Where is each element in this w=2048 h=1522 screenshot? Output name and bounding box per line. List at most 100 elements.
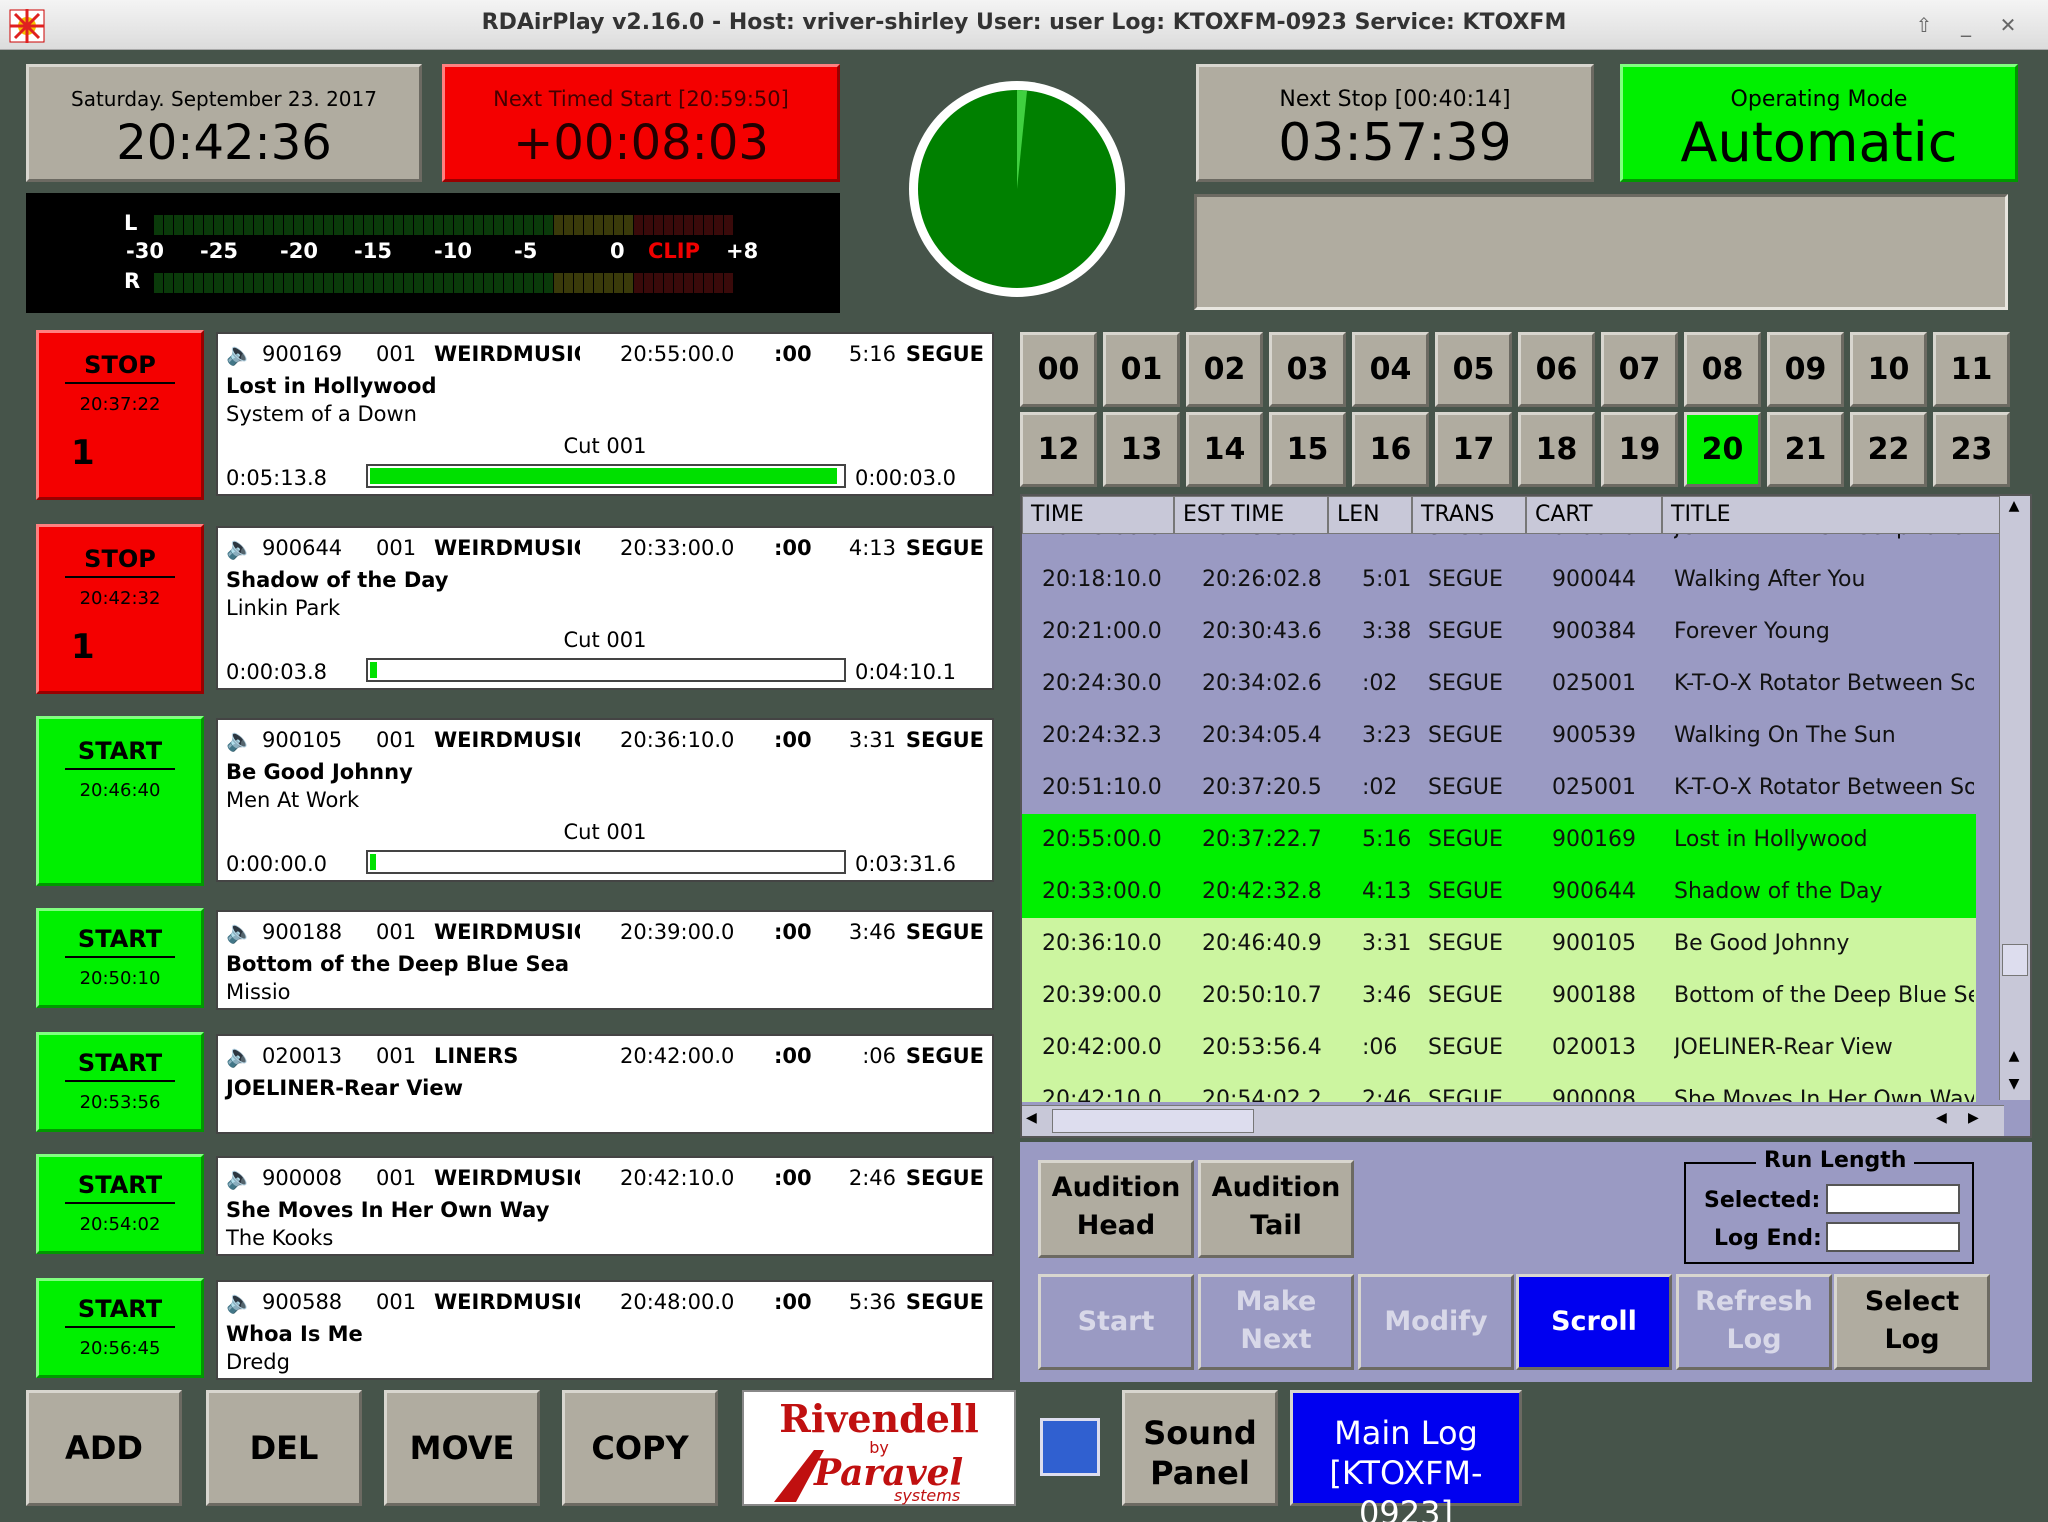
hour-button-18[interactable]: 18 xyxy=(1518,412,1595,487)
cart-info-panel[interactable]: 🔈 900588 001 WEIRDMUSIC 20:48:00.0:00 5:36 SEG… xyxy=(216,1280,994,1380)
hscroll-thumb[interactable] xyxy=(1052,1109,1254,1133)
refresh-log-button[interactable]: Refresh Log xyxy=(1676,1274,1832,1370)
modify-button[interactable]: Modify xyxy=(1358,1274,1514,1370)
speaker-icon: 🔈 xyxy=(226,342,254,367)
selected-field[interactable] xyxy=(1826,1184,1960,1214)
cart-start-button[interactable]: START 20:50:10 xyxy=(36,908,204,1008)
hour-button-11[interactable]: 11 xyxy=(1933,332,2010,407)
meter-segment xyxy=(634,215,643,235)
col-header-len[interactable]: LEN xyxy=(1328,496,1412,534)
log-row[interactable]: 20:42:10.0 20:54:02.2 2:46 SEGUE 900008 She M… xyxy=(1022,1074,1976,1102)
add-button[interactable]: ADD xyxy=(26,1390,182,1506)
log-row[interactable]: 20:18:10.0 20:26:02.8 5:01 SEGUE 900044 Walki… xyxy=(1022,554,1976,606)
close-icon[interactable]: ✕ xyxy=(1994,12,2022,38)
scroll-down-icon[interactable]: ▼ xyxy=(2002,1076,2026,1100)
hour-button-16[interactable]: 16 xyxy=(1352,412,1429,487)
log-row[interactable]: 20:21:00.0 20:30:43.6 3:38 SEGUE 900384 Forev… xyxy=(1022,606,1976,658)
start-button[interactable]: Start xyxy=(1038,1274,1194,1370)
sound-panel-button[interactable]: Sound Panel xyxy=(1122,1390,1278,1506)
log-row[interactable]: 20:51:10.0 20:37:20.5:02 SEGUE 025001 K-T-O-… xyxy=(1022,762,1976,814)
copy-button[interactable]: COPY xyxy=(562,1390,718,1506)
audition-tail-button[interactable]: Audition Tail xyxy=(1198,1160,1354,1258)
col-header-time[interactable]: TIME xyxy=(1022,496,1174,534)
move-button[interactable]: MOVE xyxy=(384,1390,540,1506)
meter-segment xyxy=(594,215,603,235)
hour-button-21[interactable]: 21 xyxy=(1767,412,1844,487)
cart-number: 1 xyxy=(71,433,95,473)
log-vertical-scrollbar[interactable]: ▲ ▲ ▼ xyxy=(1999,496,2030,1100)
meter-segment xyxy=(354,273,363,293)
scroll-up-lower-icon[interactable]: ▲ xyxy=(2002,1048,2026,1072)
log-cell-trans: SEGUE xyxy=(1428,879,1503,904)
log-row[interactable]: 20:55:00.0 20:37:22.7 5:16 SEGUE 900169 Lost … xyxy=(1022,814,1976,866)
hour-button-19[interactable]: 19 xyxy=(1601,412,1678,487)
hour-button-02[interactable]: 02 xyxy=(1186,332,1263,407)
scroll-button[interactable]: Scroll xyxy=(1516,1274,1672,1370)
col-header-cart[interactable]: CART xyxy=(1526,496,1662,534)
cart-start-button[interactable]: START 20:54:02 xyxy=(36,1154,204,1254)
maximize-icon[interactable]: ⇧ xyxy=(1910,12,1938,38)
hour-button-04[interactable]: 04 xyxy=(1352,332,1429,407)
hour-button-09[interactable]: 09 xyxy=(1767,332,1844,407)
log-row[interactable]: 20:36:10.0 20:46:40.9 3:31 SEGUE 900105 Be Go… xyxy=(1022,918,1976,970)
hour-button-10[interactable]: 10 xyxy=(1850,332,1927,407)
log-row[interactable]: 20:24:32.3 20:34:05.4 3:23 SEGUE 900539 Walki… xyxy=(1022,710,1976,762)
hour-button-14[interactable]: 14 xyxy=(1186,412,1263,487)
hour-button-05[interactable]: 05 xyxy=(1435,332,1512,407)
scroll-thumb[interactable] xyxy=(2002,944,2028,976)
cart-start-button[interactable]: START 20:53:56 xyxy=(36,1032,204,1132)
hour-button-13[interactable]: 13 xyxy=(1103,412,1180,487)
operating-mode-button[interactable]: Operating Mode Automatic xyxy=(1620,64,2018,182)
hour-button-12[interactable]: 12 xyxy=(1020,412,1097,487)
hour-button-06[interactable]: 06 xyxy=(1518,332,1595,407)
hour-button-23[interactable]: 23 xyxy=(1933,412,2010,487)
cart-info-panel[interactable]: 🔈 900188 001 WEIRDMUSIC 20:39:00.0:00 3:46 SEG… xyxy=(216,910,994,1010)
log-row[interactable]: 20:18:00.0 20:25:50.2:12 SEGUE 020016 JOELIN… xyxy=(1022,534,1976,554)
log-row[interactable]: 20:24:30.0 20:34:02.6:02 SEGUE 025001 K-T-O-… xyxy=(1022,658,1976,710)
start-time-label: 20:39:00.0 xyxy=(620,920,735,944)
hour-button-22[interactable]: 22 xyxy=(1850,412,1927,487)
hour-button-17[interactable]: 17 xyxy=(1435,412,1512,487)
clock-time: 20:42:36 xyxy=(116,115,332,171)
del-button[interactable]: DEL xyxy=(206,1390,362,1506)
scroll-up-icon[interactable]: ▲ xyxy=(2002,498,2026,522)
audition-head-button[interactable]: Audition Head xyxy=(1038,1160,1194,1258)
log-row[interactable]: 20:39:00.0 20:50:10.7 3:46 SEGUE 900188 Botto… xyxy=(1022,970,1976,1022)
cart-info-panel[interactable]: 🔈 900644 001 WEIRDMUSIC 20:33:00.0:00 4:13 SEG… xyxy=(216,526,994,690)
cart-info-panel[interactable]: 🔈 900105 001 WEIRDMUSIC 20:36:10.0:00 3:31 SEG… xyxy=(216,718,994,882)
minimize-icon[interactable]: _ xyxy=(1952,12,1980,38)
scroll-right-icon[interactable]: ▶ xyxy=(1968,1110,1979,1126)
cart-start-button[interactable]: START 20:56:45 xyxy=(36,1278,204,1378)
log-cell-cart: 900008 xyxy=(1552,1087,1636,1102)
hour-button-03[interactable]: 03 xyxy=(1269,332,1346,407)
hour-button-00[interactable]: 00 xyxy=(1020,332,1097,407)
select-log-button[interactable]: Select Log xyxy=(1834,1274,1990,1370)
log-horizontal-scrollbar[interactable]: ◀ ◀ ▶ xyxy=(1022,1105,2004,1136)
scroll-left-end-icon[interactable]: ◀ xyxy=(1936,1110,1947,1126)
hour-button-15[interactable]: 15 xyxy=(1269,412,1346,487)
meter-segment xyxy=(524,273,533,293)
cart-info-panel[interactable]: 🔈 900008 001 WEIRDMUSIC 20:42:10.0:00 2:46 SEG… xyxy=(216,1156,994,1256)
cart-stop-button[interactable]: STOP 20:37:22 1 xyxy=(36,330,204,500)
hour-button-20[interactable]: 20 xyxy=(1684,412,1761,487)
main-log-button[interactable]: Main Log [KTOXFM-0923] xyxy=(1290,1390,1522,1522)
log-row[interactable]: 20:33:00.0 20:42:32.8 4:13 SEGUE 900644 Shado… xyxy=(1022,866,1976,918)
cart-info-panel[interactable]: 🔈 900169 001 WEIRDMUSIC 20:55:00.0:00 5:16 SEG… xyxy=(216,332,994,496)
col-header-title[interactable]: TITLE xyxy=(1662,496,2002,534)
scroll-left-icon[interactable]: ◀ xyxy=(1026,1110,1037,1126)
log-cell-len: 3:46 xyxy=(1362,983,1412,1008)
hour-button-08[interactable]: 08 xyxy=(1684,332,1761,407)
cart-title: She Moves In Her Own Way xyxy=(226,1198,550,1222)
meter-segment xyxy=(324,215,333,235)
cart-stop-button[interactable]: STOP 20:42:32 1 xyxy=(36,524,204,694)
hour-button-07[interactable]: 07 xyxy=(1601,332,1678,407)
log-row[interactable]: 20:42:00.0 20:53:56.4:06 SEGUE 020013 JOELIN… xyxy=(1022,1022,1976,1074)
make-next-button[interactable]: Make Next xyxy=(1198,1274,1354,1370)
log-end-field[interactable] xyxy=(1826,1222,1960,1252)
cart-info-panel[interactable]: 🔈 020013 001 LINERS 20:42:00.0:00:06 SEGUE JOE… xyxy=(216,1034,994,1134)
col-header-trans[interactable]: TRANS xyxy=(1412,496,1526,534)
panel-toggle-icon[interactable] xyxy=(1040,1418,1100,1476)
col-header-est-time[interactable]: EST TIME xyxy=(1174,496,1328,534)
hour-button-01[interactable]: 01 xyxy=(1103,332,1180,407)
cart-start-button[interactable]: START 20:46:40 xyxy=(36,716,204,886)
